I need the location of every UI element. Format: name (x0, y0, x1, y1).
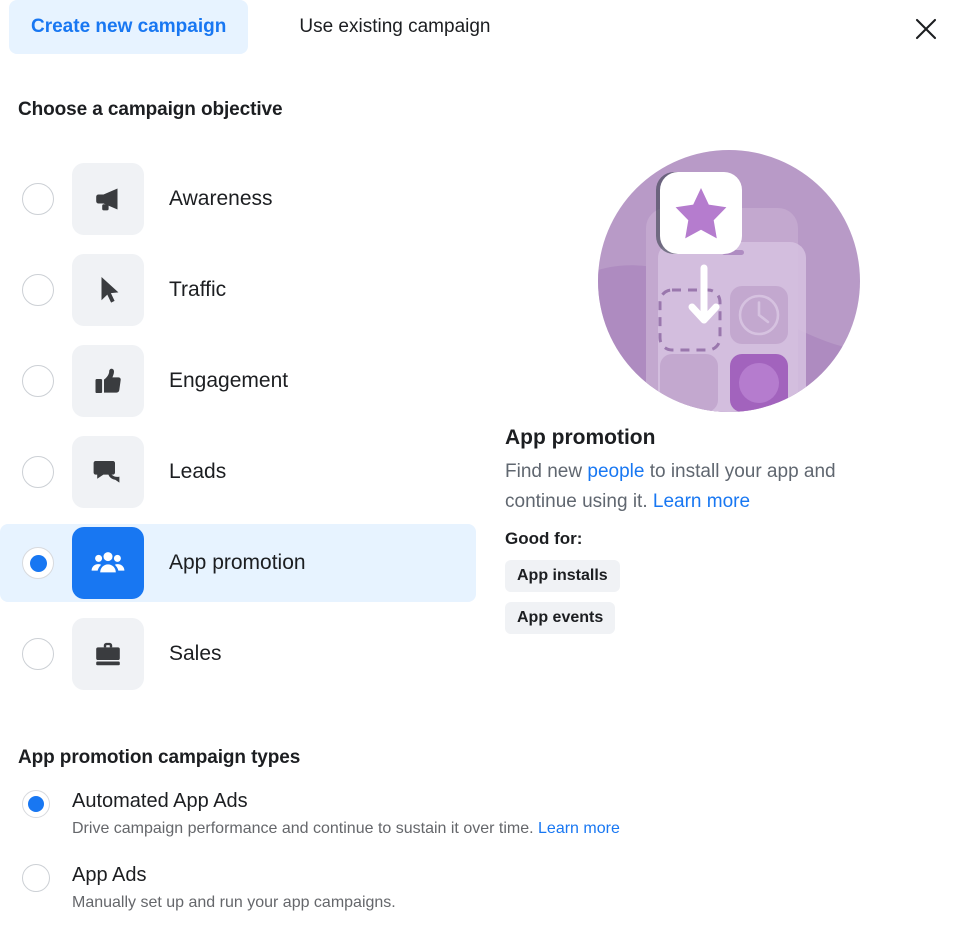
illustration-svg (598, 150, 860, 412)
campaign-types-heading: App promotion campaign types (18, 747, 301, 768)
campaign-type-text: App Ads Manually set up and run your app… (72, 862, 396, 914)
objective-radio-traffic[interactable] (22, 274, 54, 306)
objective-radio-sales[interactable] (22, 638, 54, 670)
objective-row-app-promotion[interactable]: App promotion (0, 524, 476, 602)
objective-label: Awareness (169, 187, 273, 210)
objective-tile-traffic (72, 254, 144, 326)
good-for-chips: App installs App events (505, 560, 945, 644)
people-link[interactable]: people (587, 461, 644, 482)
detail-title: App promotion (505, 426, 656, 449)
close-icon (915, 18, 937, 40)
campaign-type-subtitle: Manually set up and run your app campaig… (72, 892, 396, 914)
objective-label: Leads (169, 460, 227, 483)
people-group-icon (91, 552, 125, 573)
objective-label: Sales (169, 642, 222, 665)
app-promotion-illustration (598, 150, 860, 412)
objective-tile-sales (72, 618, 144, 690)
tab-use-existing-campaign[interactable]: Use existing campaign (277, 0, 512, 54)
objective-radio-engagement[interactable] (22, 365, 54, 397)
objective-label: Engagement (169, 369, 289, 392)
objective-tile-engagement (72, 345, 144, 417)
campaign-type-subtitle-text: Manually set up and run your app campaig… (72, 894, 396, 911)
campaign-type-title: Automated App Ads (72, 790, 248, 812)
tab-label: Create new campaign (31, 16, 227, 37)
tab-bar: Create new campaign Use existing campaig… (0, 0, 960, 56)
objective-tile-awareness (72, 163, 144, 235)
objective-row-sales[interactable]: Sales (0, 615, 476, 693)
objective-detail-panel: App promotion Find new people to install… (505, 150, 945, 644)
learn-more-link[interactable]: Learn more (653, 491, 750, 512)
objective-row-leads[interactable]: Leads (0, 433, 476, 511)
tab-create-new-campaign[interactable]: Create new campaign (9, 0, 249, 54)
megaphone-icon (96, 188, 118, 211)
objective-section-heading: Choose a campaign objective (18, 99, 283, 120)
chat-bubbles-icon (93, 461, 120, 483)
tab-label: Use existing campaign (299, 16, 491, 37)
objective-row-awareness[interactable]: Awareness (0, 160, 476, 238)
campaign-type-radio-app-ads[interactable] (22, 864, 50, 892)
campaign-type-row-app-ads[interactable]: App Ads Manually set up and run your app… (0, 862, 820, 914)
detail-description-text-1: Find new (505, 461, 588, 482)
campaign-type-radio-automated-app-ads[interactable] (22, 790, 50, 818)
chip-row: App events (505, 602, 945, 644)
campaign-type-text: Automated App Ads Drive campaign perform… (72, 788, 620, 840)
campaign-type-title: App Ads (72, 864, 147, 886)
close-button[interactable] (908, 11, 944, 47)
objective-row-traffic[interactable]: Traffic (0, 251, 476, 329)
campaign-type-subtitle-text: Drive campaign performance and continue … (72, 820, 539, 837)
campaign-types-list: Automated App Ads Drive campaign perform… (0, 788, 820, 936)
briefcase-icon (96, 642, 120, 666)
learn-more-link[interactable]: Learn more (538, 820, 620, 837)
chip-app-installs: App installs (505, 560, 620, 592)
objective-tile-leads (72, 436, 144, 508)
thumbs-up-icon (95, 368, 121, 393)
objective-label: Traffic (169, 278, 227, 301)
objective-row-engagement[interactable]: Engagement (0, 342, 476, 420)
objective-radio-app-promotion[interactable] (22, 547, 54, 579)
objective-label: App promotion (169, 551, 306, 574)
objective-list: Awareness Traffic Engagement Leads App p… (0, 160, 476, 706)
chip-app-events: App events (505, 602, 616, 634)
cursor-icon (101, 277, 119, 303)
detail-description: Find new people to install your app and … (505, 457, 910, 517)
campaign-type-row-automated-app-ads[interactable]: Automated App Ads Drive campaign perform… (0, 788, 820, 840)
objective-radio-leads[interactable] (22, 456, 54, 488)
campaign-type-subtitle: Drive campaign performance and continue … (72, 818, 620, 840)
objective-radio-awareness[interactable] (22, 183, 54, 215)
chip-row: App installs (505, 560, 945, 602)
good-for-label: Good for: (505, 529, 583, 548)
objective-tile-app-promotion (72, 527, 144, 599)
